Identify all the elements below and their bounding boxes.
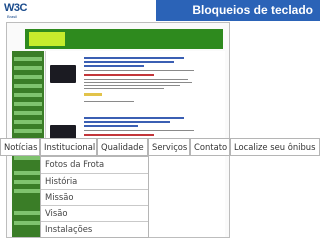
nav-item-localize[interactable]: Localize seu ônibus [230,138,320,156]
site-sidebar-link [14,120,42,124]
site-sidebar-link [14,156,42,160]
menu-item-fotos-da-frota[interactable]: Fotos da Frota [41,157,148,174]
product-listing [48,55,224,107]
institucional-dropdown: Fotos da Frota História Missão Visão Ins… [40,156,149,238]
product-text-line [84,82,192,83]
menu-item-historia[interactable]: História [41,173,148,190]
site-sidebar-link [14,111,42,115]
nav-item-servicos[interactable]: Serviços [148,138,190,156]
laptop-image [50,65,76,83]
site-sidebar-link [14,75,42,79]
site-sidebar-link [14,180,42,184]
site-sidebar-link [14,93,42,97]
product-title-line [84,125,138,127]
product-title-line [84,121,170,123]
site-banner [25,29,223,49]
product-text-line [84,79,188,80]
product-text-line [84,130,194,131]
product-text-line [84,88,164,89]
product-title-line [84,57,184,59]
logo-subtitle: Brasil [7,14,18,19]
product-price-line [84,134,154,136]
nav-item-contato[interactable]: Contato [190,138,230,156]
product-text-line [84,101,134,102]
site-sidebar-link [14,189,42,193]
site-sidebar-link [14,129,42,133]
product-text-line [84,70,194,71]
site-sidebar-link [14,66,42,70]
site-sidebar-link [14,57,42,61]
nav-item-qualidade[interactable]: Qualidade [97,138,148,156]
product-text-line [84,85,180,86]
menu-item-visao[interactable]: Visão [41,205,148,222]
product-title-line [84,117,184,119]
site-sidebar-link [14,221,42,225]
nav-item-institucional[interactable]: Institucional [40,138,97,156]
logo-text: W3C [4,2,27,14]
w3c-logo: W3C Brasil [4,2,30,19]
site-sidebar-link [14,84,42,88]
site-banner-highlight [29,32,65,46]
product-title-line [84,65,144,67]
main-nav: Notícias Institucional Qualidade Serviço… [0,138,320,156]
page-title: Bloqueios de teclado [192,3,313,17]
site-sidebar-link [14,102,42,106]
product-title-line [84,61,174,63]
product-price-line [84,74,154,76]
product-rating [84,93,102,96]
site-sidebar-link [14,171,42,175]
title-bar: Bloqueios de teclado [156,0,320,21]
site-sidebar-link [14,211,42,215]
menu-item-missao[interactable]: Missão [41,189,148,206]
nav-item-noticias[interactable]: Notícias [0,138,40,156]
menu-item-instalacoes[interactable]: Instalações [41,221,148,238]
